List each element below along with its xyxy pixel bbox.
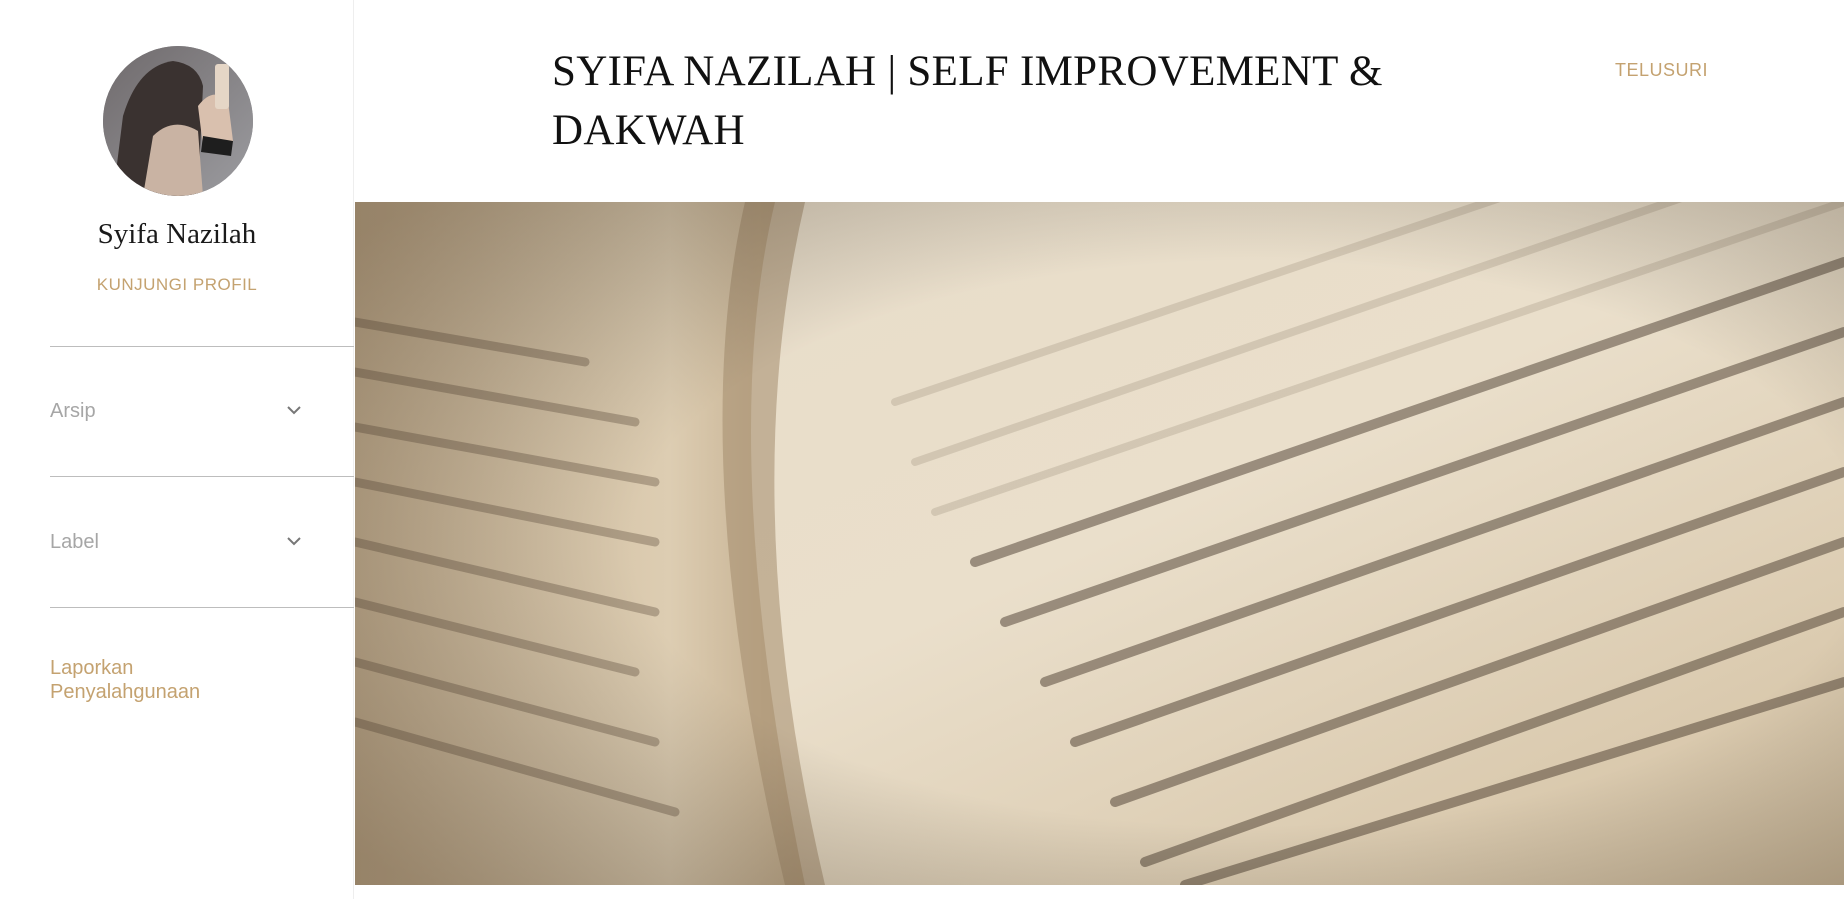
report-abuse-link[interactable]: Laporkan Penyalahgunaan bbox=[50, 656, 270, 704]
label-widget-toggle[interactable]: Label bbox=[50, 523, 304, 563]
hero-image bbox=[355, 202, 1844, 885]
site-title[interactable]: SYIFA NAZILAH | SELF IMPROVEMENT & DAKWA… bbox=[552, 42, 1452, 160]
visit-profile-link[interactable]: KUNJUNGI PROFIL bbox=[0, 275, 354, 295]
profile-name: Syifa Nazilah bbox=[97, 218, 257, 250]
open-book-photo bbox=[355, 202, 1844, 885]
archive-widget-toggle[interactable]: Arsip bbox=[50, 392, 304, 432]
divider bbox=[50, 476, 354, 477]
sidebar: Syifa Nazilah KUNJUNGI PROFIL Arsip Labe… bbox=[0, 0, 354, 899]
divider bbox=[50, 607, 354, 608]
chevron-down-icon bbox=[287, 406, 301, 415]
explore-link[interactable]: TELUSURI bbox=[1615, 60, 1708, 81]
avatar-image bbox=[103, 46, 253, 196]
archive-widget-label: Arsip bbox=[50, 400, 96, 422]
chevron-down-icon bbox=[287, 537, 301, 546]
blog-header: SYIFA NAZILAH | SELF IMPROVEMENT & DAKWA… bbox=[355, 0, 1844, 202]
divider bbox=[50, 346, 354, 347]
profile-avatar[interactable] bbox=[103, 46, 253, 196]
label-widget-label: Label bbox=[50, 531, 99, 553]
